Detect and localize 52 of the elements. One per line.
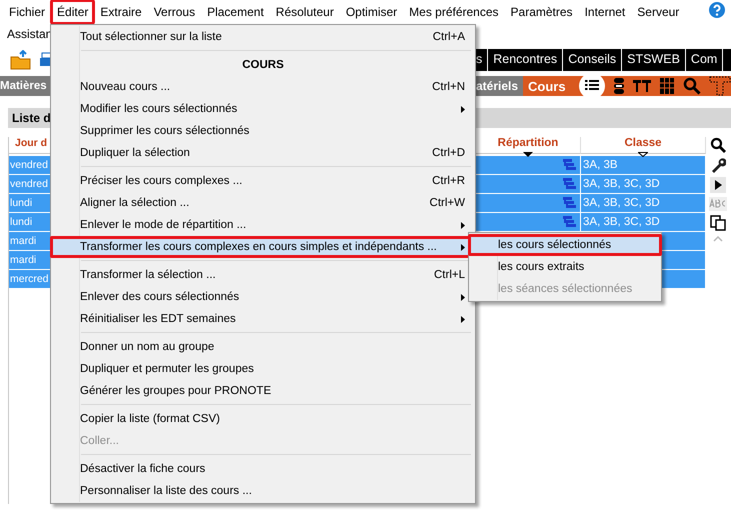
folder-icon[interactable] xyxy=(10,50,32,70)
menu-item[interactable]: Générer les groupes pour PRONOTE xyxy=(50,380,476,402)
nav-tab[interactable]: Conseils xyxy=(563,49,622,71)
list-icon[interactable] xyxy=(578,76,605,96)
nav-tab[interactable]: STSWEB xyxy=(622,49,686,71)
nav-tab[interactable]: atériels xyxy=(475,76,524,96)
menu-item[interactable]: Dupliquer la sélection Ctrl+D xyxy=(50,142,476,164)
menu-item[interactable]: Réinitialiser les EDT semaines xyxy=(50,308,476,330)
menu-item[interactable]: Copier la liste (format CSV) xyxy=(50,408,476,430)
menu-item[interactable]: les cours sélectionnés xyxy=(468,234,662,256)
copy-icon[interactable] xyxy=(710,215,726,231)
groups-icon xyxy=(563,216,577,228)
play-icon[interactable] xyxy=(710,177,726,193)
menu-item[interactable]: Aligner la sélection ... Ctrl+W xyxy=(50,192,476,214)
spellcheck-icon[interactable] xyxy=(709,197,727,211)
menu-item[interactable]: Placement xyxy=(200,0,271,25)
menu-item[interactable]: Personnaliser la liste des cours ... xyxy=(50,480,476,502)
menu-item[interactable]: Verrous xyxy=(146,0,202,25)
stack-icon[interactable] xyxy=(612,77,625,95)
menu-item[interactable]: Donner un nom au groupe xyxy=(50,336,476,358)
nav-tab[interactable]: Matières xyxy=(0,76,50,96)
menu-item[interactable]: Optimiser xyxy=(338,0,404,25)
table-cell: 3A, 3B xyxy=(581,156,706,175)
bars-icon[interactable] xyxy=(632,79,651,93)
table-cell: 3A, 3B, 3C, 3D xyxy=(581,175,706,194)
t-shape-icon[interactable] xyxy=(708,76,731,96)
groups-icon xyxy=(563,197,577,209)
menu-item[interactable]: Mes préférences xyxy=(402,0,506,25)
menu-item[interactable]: Nouveau cours ... Ctrl+N xyxy=(50,76,476,98)
groups-icon xyxy=(563,178,577,190)
menu-item[interactable]: Fichier xyxy=(2,0,52,25)
menu-item[interactable]: Désactiver la fiche cours xyxy=(50,458,476,480)
menu-item[interactable]: Extraire xyxy=(93,0,149,25)
menu-item[interactable]: Paramètres xyxy=(504,0,580,25)
search-icon[interactable] xyxy=(710,137,726,153)
help-icon[interactable] xyxy=(709,2,725,18)
grid-icon[interactable] xyxy=(658,77,675,95)
menu-heading: COURS xyxy=(241,58,285,73)
nav-tab[interactable]: Rencontres xyxy=(488,49,564,71)
menu-item[interactable]: Internet xyxy=(578,0,632,25)
menu-item[interactable]: Résoluteur xyxy=(268,0,341,25)
column-header[interactable]: Classe xyxy=(624,137,662,149)
table-cell: 3A, 3B, 3C, 3D xyxy=(581,194,706,213)
menu-item[interactable]: Tout sélectionner sur la liste Ctrl+A xyxy=(50,26,476,48)
column-header[interactable]: Répartition xyxy=(498,137,558,149)
menu-item[interactable]: Dupliquer et permuter les groupes xyxy=(50,358,476,380)
menu-item[interactable]: Serveur xyxy=(630,0,686,25)
groups-icon xyxy=(563,159,577,171)
table-cell: 3A, 3B, 3C, 3D xyxy=(581,213,706,232)
wrench-icon[interactable] xyxy=(710,157,726,173)
column-header[interactable]: Jour d xyxy=(15,137,48,149)
nav-tab[interactable]: Com xyxy=(686,49,724,71)
